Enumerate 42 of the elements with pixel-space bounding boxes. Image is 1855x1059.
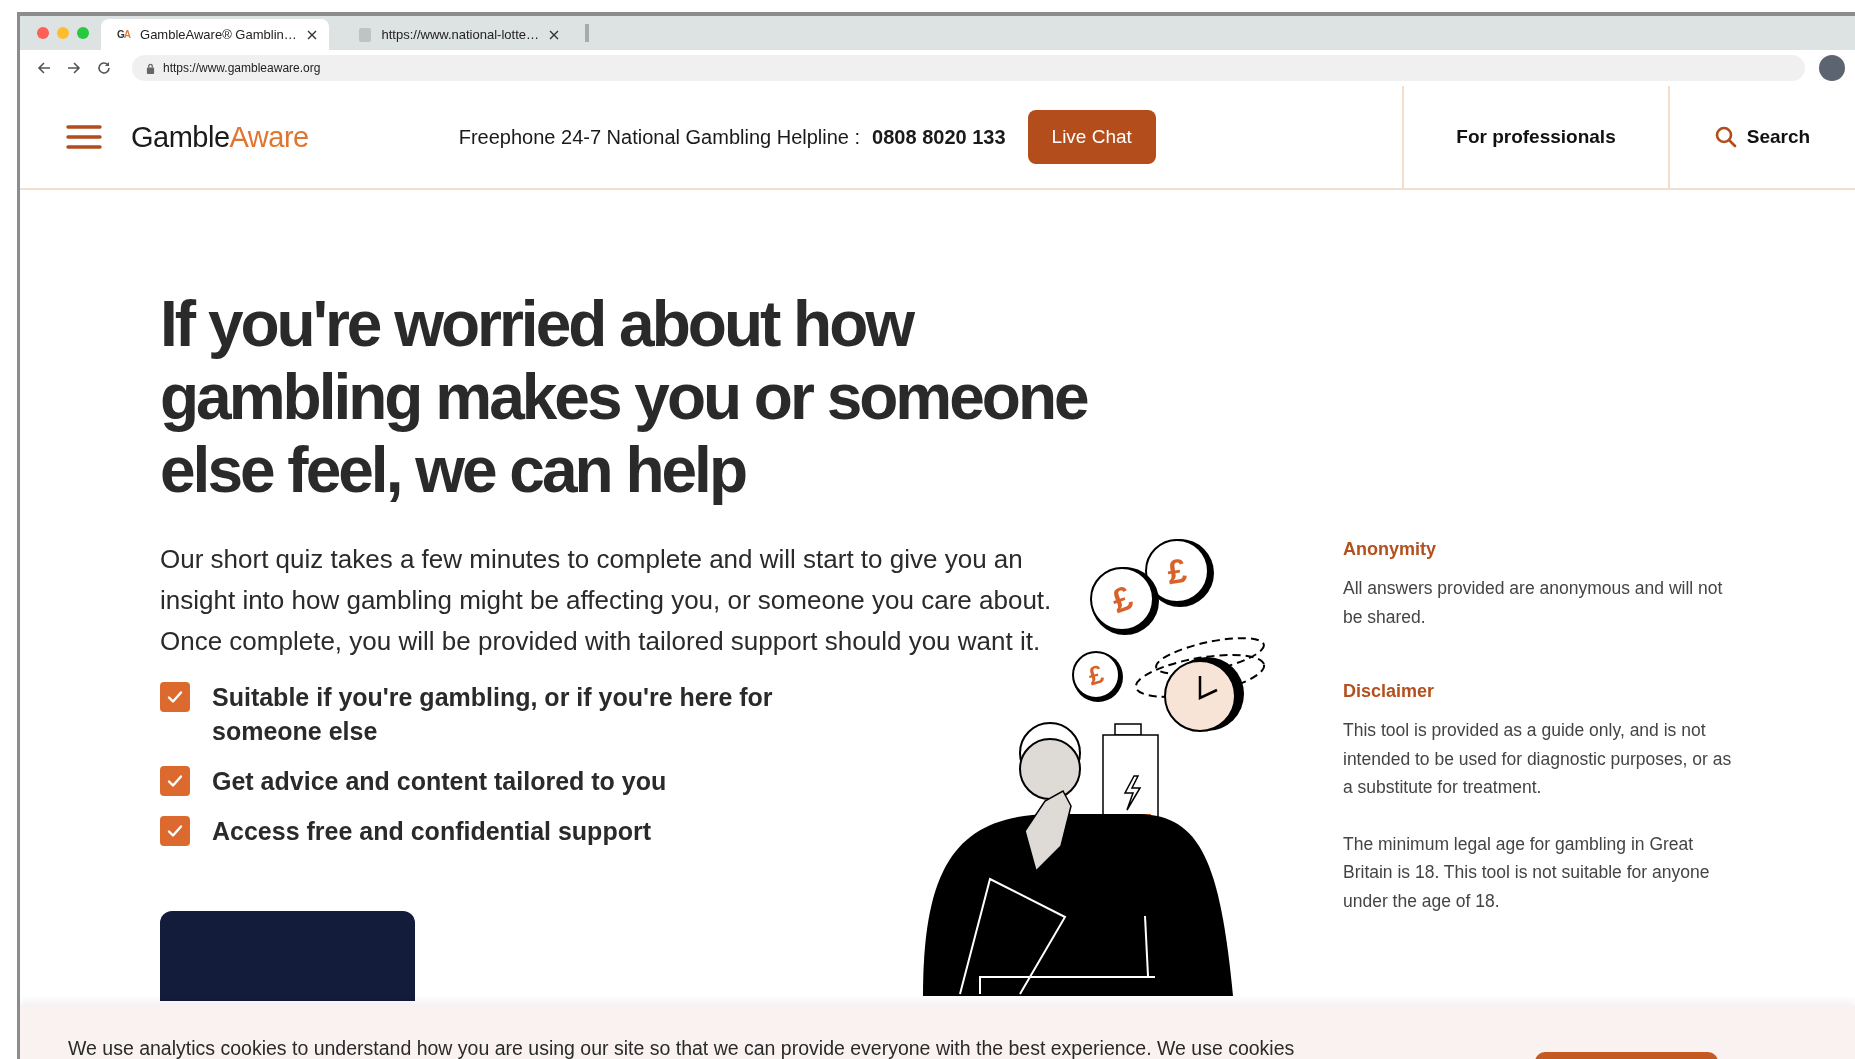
checklist-item-text: Access free and confidential support	[212, 816, 652, 848]
note-heading: Disclaimer	[1343, 681, 1436, 702]
page-heading: If you're worried about how gambling makes you or someone else feel, we can help	[160, 288, 1089, 507]
gambleaware-logo[interactable]: GambleAware	[131, 120, 309, 154]
tab-title: GambleAware® Gamblin…	[140, 27, 297, 42]
reload-icon[interactable]	[96, 60, 112, 76]
back-icon[interactable]	[36, 60, 52, 76]
tab-title: https://www.national-lotte…	[381, 27, 539, 42]
close-tab-icon[interactable]	[549, 29, 559, 40]
search-link[interactable]: Search	[1714, 126, 1811, 148]
favicon: GA	[117, 29, 130, 40]
close-tab-icon[interactable]	[307, 29, 317, 40]
note-text: All answers provided are anonymous and will not be shared.	[1343, 577, 1724, 629]
intro-paragraph: Our short quiz takes a few minutes to complete and will start to give you an insight into how gambling might be affecting you, or someone you care about. Once complete, you will be provided with tailored support should you want it.	[160, 543, 1053, 658]
clock-icon	[1135, 637, 1265, 732]
coin-icon: £	[1090, 567, 1159, 635]
profile-avatar[interactable]	[1819, 55, 1845, 81]
checkbox[interactable]	[160, 766, 190, 797]
address-bar[interactable]: https://www.gambleaware.org	[132, 55, 1805, 81]
note-text: The minimum legal age for gambling in Great Britain is 18. This tool is not suitable for anyone under the age of 18.	[1343, 832, 1711, 913]
checkbox[interactable]	[160, 682, 190, 713]
lock-icon	[146, 62, 155, 74]
checkbox[interactable]	[160, 816, 190, 847]
checklist-item-text: Get advice and content tailored to you	[212, 766, 668, 798]
menu-icon[interactable]	[66, 124, 102, 150]
cookie-notice-text: We use analytics cookies to understand how you are using our site so that we can provide everyone with the best experience. We use cookies	[68, 1037, 1295, 1059]
helpline-number[interactable]: 0808 8020 133	[872, 125, 1006, 149]
professionals-link[interactable]: For professionals	[1456, 126, 1616, 148]
coin-icon: £	[1072, 651, 1123, 702]
helpline-label: Freephone 24-7 National Gambling Helpline :	[458, 125, 861, 149]
page-icon	[359, 27, 372, 42]
note-text: This tool is provided as a guide only, and is not intended to be used for diagnostic purposes, or as a substitute for treatment.	[1343, 719, 1733, 799]
live-chat-button[interactable]: Live Chat	[1027, 110, 1156, 164]
coin-icon: £	[1145, 539, 1214, 607]
browser-tab[interactable]: https://www.national-lotte…	[343, 19, 571, 50]
note-heading: Anonymity	[1343, 539, 1437, 560]
start-quiz-button[interactable]	[160, 910, 415, 1001]
search-icon	[1714, 126, 1737, 148]
browser-tab[interactable]: GA GambleAware® Gamblin…	[101, 19, 329, 50]
forward-icon[interactable]	[66, 60, 82, 76]
checklist-item-text: Suitable if you're gambling, or if you're here for someone else	[212, 682, 774, 748]
close-window-button[interactable]	[37, 27, 49, 39]
